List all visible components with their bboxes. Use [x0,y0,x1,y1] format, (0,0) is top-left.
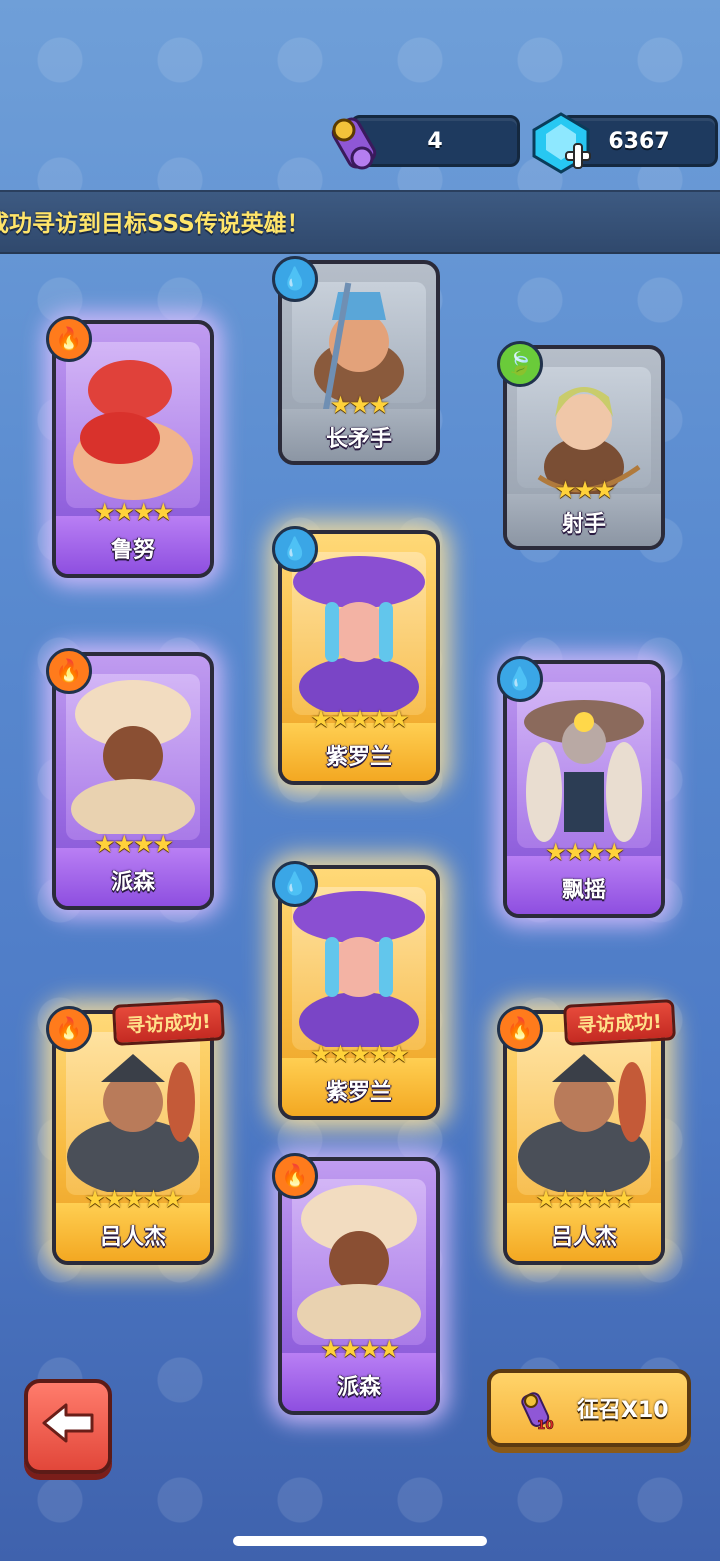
back-button[interactable] [24,1379,112,1474]
fire-icon: 🔥 [272,1153,318,1199]
star-rating: ★★★★★ [310,705,410,733]
hero-card[interactable]: ★★★★★ 吕人杰 🔥 寻访成功! [497,999,676,1265]
hero-name: 紫罗兰 [325,745,392,770]
hero-portrait [517,367,651,497]
water-icon: 💧 [272,861,318,907]
summon-x10-button[interactable]: 10 征召X10 [487,1369,691,1447]
hero-portrait [292,1179,426,1345]
hero-portrait [517,682,651,848]
hero-card[interactable]: ★★★★★ 吕人杰 🔥 寻访成功! [46,999,225,1265]
fire-icon: 🔥 [46,1006,92,1052]
hero-card[interactable]: ★★★ 射手 🍃 [497,341,665,550]
summon-x10-label: 征召X10 [577,1398,669,1423]
fire-icon: 🔥 [497,1006,543,1052]
hero-card[interactable]: ★★★★ 飘摇 💧 [497,656,665,918]
gem-icon[interactable] [528,110,594,176]
hero-card[interactable]: ★★★★ 鲁努 🔥 [46,316,214,578]
success-ribbon: 寻访成功! [563,999,676,1046]
fire-icon: 🔥 [46,648,92,694]
water-icon: 💧 [272,256,318,302]
hero-card[interactable]: ★★★★★ 紫罗兰 💧 [272,861,440,1120]
star-rating: ★★★★ [93,830,174,858]
leaf-icon: 🍃 [497,341,543,387]
star-rating: ★★★★★ [535,1185,635,1213]
water-icon: 💧 [272,526,318,572]
hero-name: 派森 [110,870,155,895]
hero-name: 吕人杰 [550,1225,617,1250]
hero-card[interactable]: ★★★★★ 紫罗兰 💧 [272,526,440,785]
hero-portrait [66,674,200,840]
star-rating: ★★★★★ [84,1185,184,1213]
hero-name: 射手 [561,512,606,537]
star-rating: ★★★★ [319,1335,400,1363]
fire-icon: 🔥 [46,316,92,362]
arrow-left-icon [42,1403,94,1443]
hero-card[interactable]: ★★★★ 派森 🔥 [46,648,214,910]
hero-portrait [292,282,426,412]
home-indicator[interactable] [233,1536,487,1546]
hero-name: 飘摇 [561,878,606,903]
star-rating: ★★★★ [93,498,174,526]
result-banner: 成功寻访到目标SSS传说英雄！ [0,190,720,254]
scroll-icon: 10 [521,1392,554,1431]
banner-text: 成功寻访到目标SSS传说英雄！ [0,211,310,237]
star-rating: ★★★ [554,476,616,504]
hero-name: 鲁努 [110,538,155,563]
success-ribbon: 寻访成功! [112,999,225,1046]
hero-portrait [66,1032,200,1195]
scroll-icon [331,117,377,170]
hero-portrait [292,887,426,1050]
hero-name: 长矛手 [325,427,392,452]
star-rating: ★★★ [329,391,391,419]
star-rating: ★★★★ [544,838,625,866]
hero-portrait [292,552,426,715]
hero-portrait [517,1032,651,1195]
hero-card[interactable]: ★★★ 长矛手 💧 [272,256,440,465]
summon-count-badge: 10 [537,1418,554,1431]
hero-name: 紫罗兰 [325,1080,392,1105]
water-icon: 💧 [497,656,543,702]
star-rating: ★★★★★ [310,1040,410,1068]
hero-portrait [66,342,200,508]
hero-card[interactable]: ★★★★ 派森 🔥 [272,1153,440,1415]
hero-name: 吕人杰 [99,1225,166,1250]
hero-name: 派森 [336,1375,381,1400]
